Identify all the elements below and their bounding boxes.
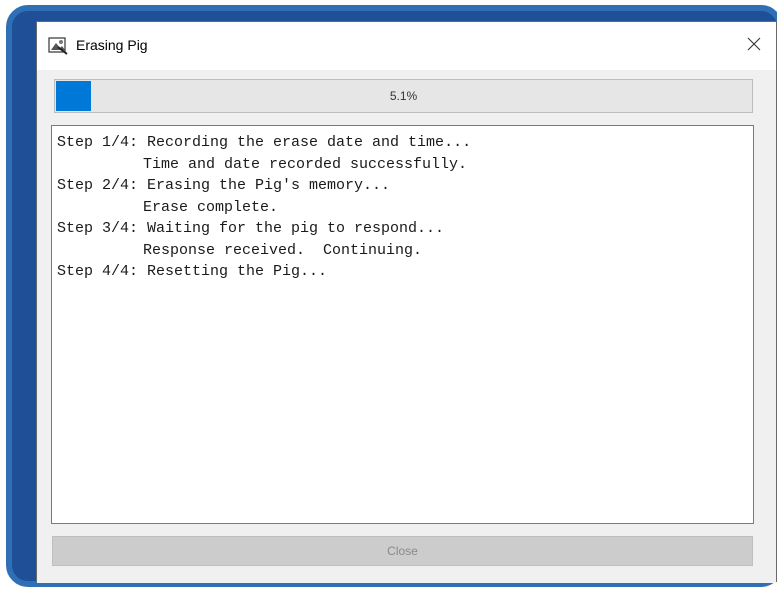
log-line: Step 4/4: Resetting the Pig...	[57, 263, 328, 280]
window-title: Erasing Pig	[76, 37, 148, 53]
dialog-content: 5.1% Step 1/4: Recording the erase date …	[37, 70, 776, 583]
log-line: Erase complete.	[143, 198, 279, 216]
app-icon	[48, 35, 68, 55]
progress-label: 5.1%	[389, 89, 418, 103]
log-line: Step 2/4: Erasing the Pig's memory...	[57, 177, 391, 194]
log-line: Step 3/4: Waiting for the pig to respond…	[57, 220, 445, 237]
log-output[interactable]: Step 1/4: Recording the erase date and t…	[51, 125, 754, 524]
log-line: Time and date recorded successfully.	[143, 155, 468, 173]
log-line: Step 1/4: Recording the erase date and t…	[57, 134, 472, 151]
log-line: Response received. Continuing.	[143, 241, 423, 259]
close-button[interactable]: Close	[52, 536, 753, 566]
close-icon[interactable]	[742, 32, 766, 56]
erasing-pig-dialog: Erasing Pig 5.1% Step 1/4: Recording the…	[36, 21, 777, 583]
title-bar[interactable]: Erasing Pig	[37, 22, 776, 70]
progress-bar: 5.1%	[54, 79, 753, 113]
